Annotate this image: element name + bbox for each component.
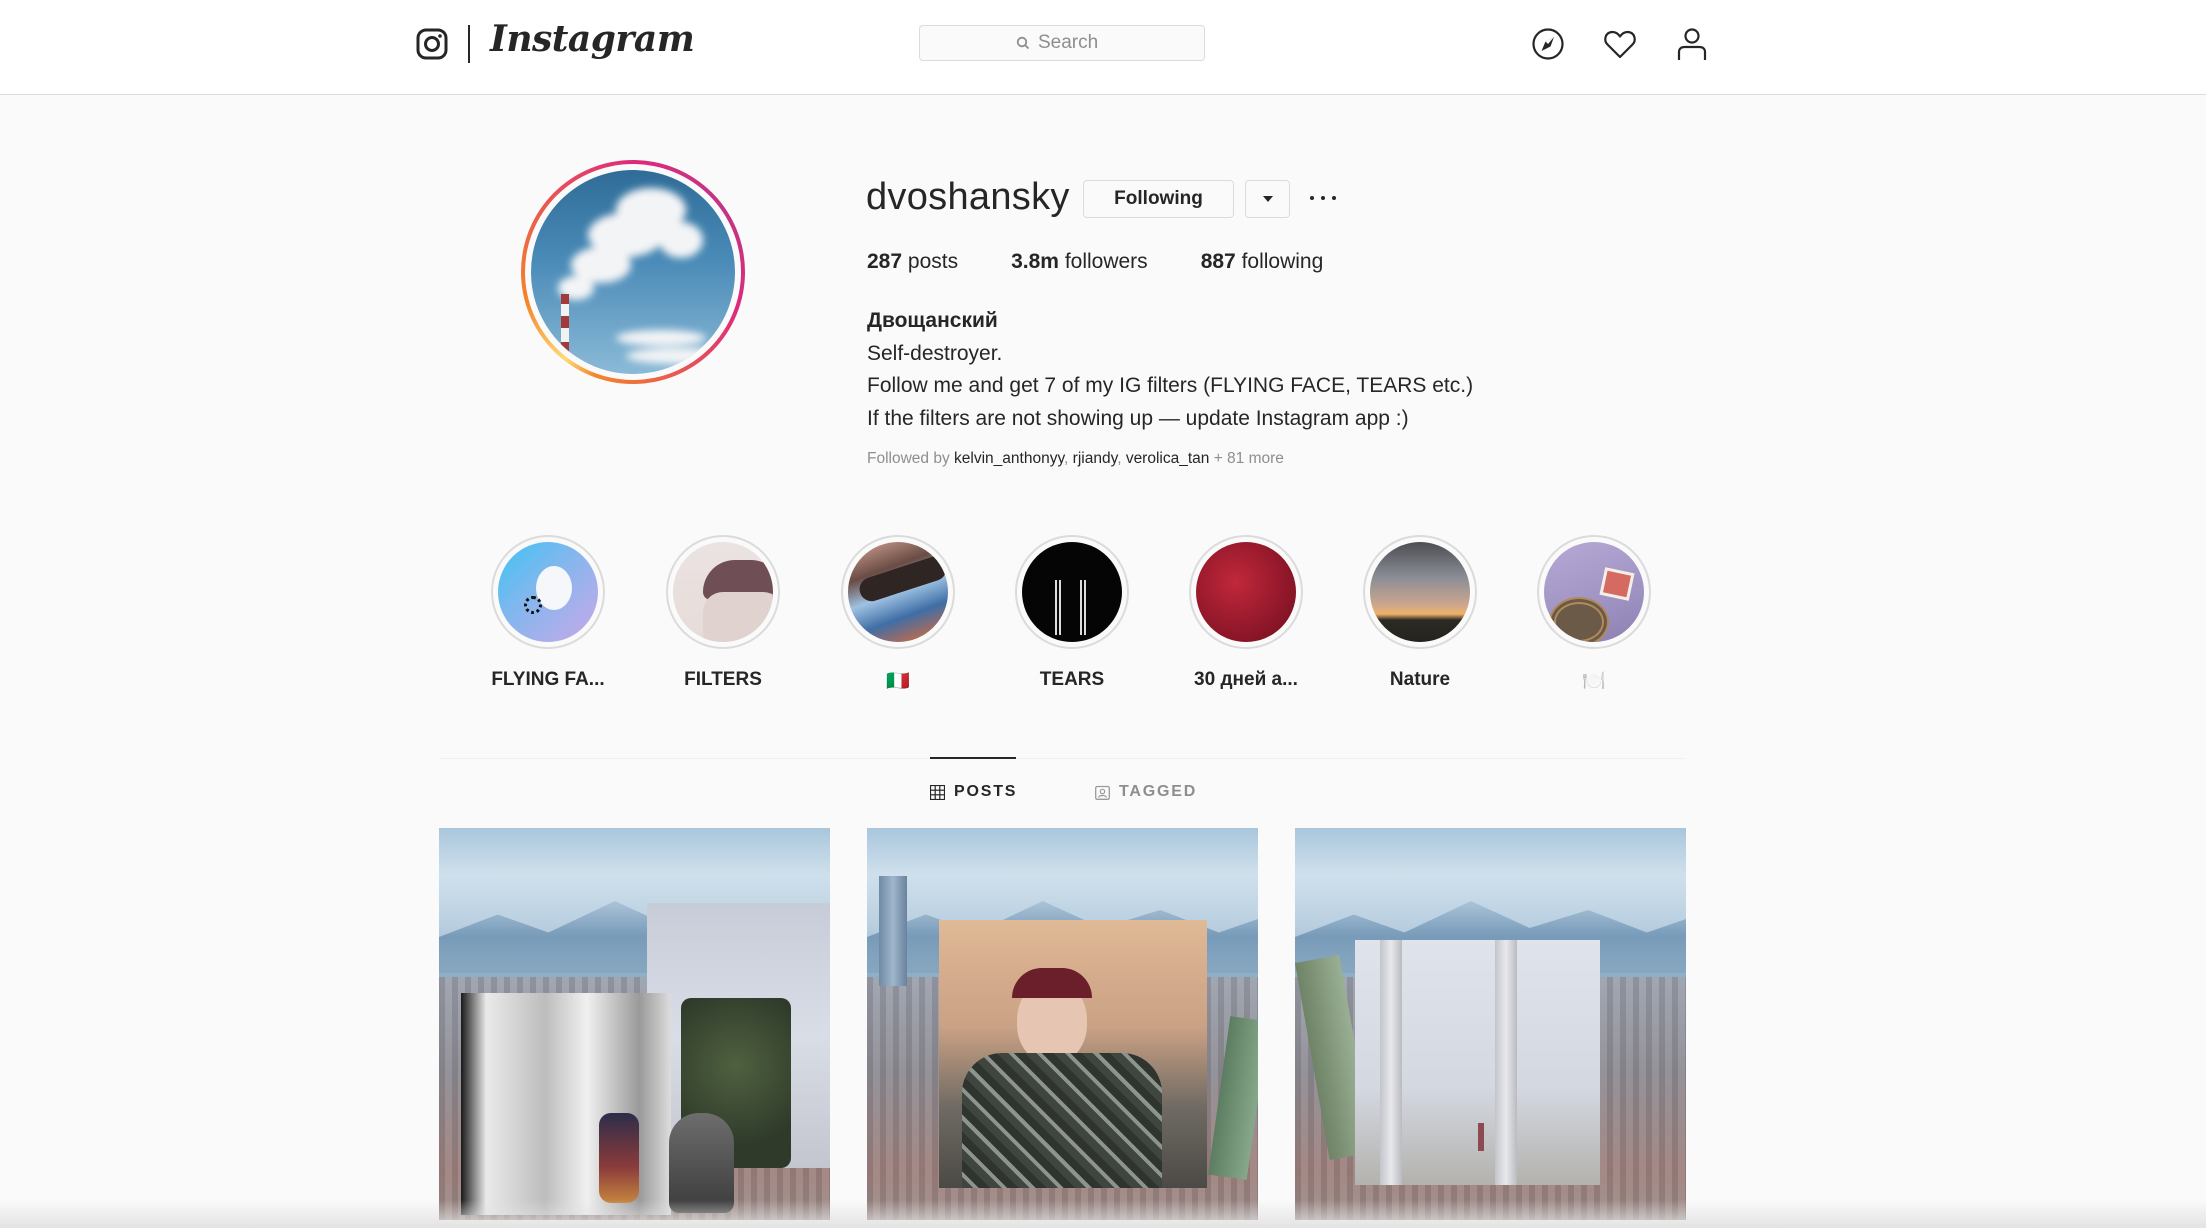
- caret-down-icon: [1262, 196, 1273, 202]
- highlight-label: FILTERS: [684, 669, 762, 690]
- more-options-icon[interactable]: [1310, 186, 1336, 210]
- active-tab-indicator: [930, 757, 1016, 759]
- followed-by-user[interactable]: rjiandy: [1073, 450, 1118, 467]
- collage-figure: [1478, 1123, 1484, 1151]
- tab-tagged[interactable]: TAGGED: [1095, 783, 1197, 801]
- highlight-label: 30 дней а...: [1194, 669, 1298, 690]
- profile-stats: 287 posts 3.8m followers 887 following: [867, 250, 1376, 274]
- collage-skyscraper: [879, 876, 907, 986]
- highlight-label: 🍽️: [1582, 671, 1606, 692]
- highlight-ring: [1189, 535, 1303, 649]
- separator: ,: [1117, 450, 1126, 467]
- highlight-label: Nature: [1389, 669, 1451, 690]
- collage-sculpture: [669, 1113, 734, 1213]
- logo-divider: [468, 25, 470, 63]
- collage-column: [1380, 940, 1402, 1185]
- highlight-item[interactable]: FILTERS: [663, 535, 783, 691]
- highlight-cover: [1196, 542, 1296, 642]
- highlight-cover: [498, 542, 598, 642]
- highlight-label: TEARS: [1039, 669, 1105, 690]
- profile-full-name: Двощанский: [867, 309, 998, 332]
- bio-line: Follow me and get 7 of my IG filters (FL…: [867, 374, 1474, 397]
- heart-icon[interactable]: [1602, 26, 1638, 62]
- highlight-cover: [1370, 542, 1470, 642]
- avatar-image: [531, 170, 735, 374]
- story-highlights: FLYING FA... FILTERS 🇮🇹 TEARS 30 дней а.…: [488, 535, 1651, 695]
- highlight-item[interactable]: 🍽️: [1534, 535, 1654, 693]
- post-thumbnail[interactable]: [439, 828, 830, 1220]
- highlight-label: FLYING FA...: [491, 669, 605, 690]
- followed-by-user[interactable]: verolica_tan: [1126, 450, 1210, 467]
- search-input[interactable]: [1038, 32, 1108, 54]
- search-icon: [1016, 36, 1030, 50]
- profile-bio: Двощанский Self-destroyer. Follow me and…: [867, 305, 1473, 435]
- post-thumbnail[interactable]: [1295, 828, 1686, 1220]
- highlight-ring: [841, 535, 955, 649]
- highlight-label: 🇮🇹: [886, 671, 910, 692]
- instagram-camera-icon[interactable]: [416, 28, 448, 60]
- bio-line: Self-destroyer.: [867, 341, 1003, 365]
- compass-icon[interactable]: [1530, 26, 1566, 62]
- followed-by-more: + 81 more: [1213, 450, 1284, 467]
- smokestack-photo: [558, 188, 731, 370]
- posts-count: 287: [867, 250, 903, 273]
- instagram-wordmark-logo[interactable]: Instagram: [490, 18, 695, 60]
- collage-column: [1495, 940, 1517, 1185]
- suggested-accounts-dropdown-button[interactable]: [1245, 180, 1290, 218]
- posts-label: posts: [907, 250, 959, 273]
- highlight-ring: [1015, 535, 1129, 649]
- highlight-item[interactable]: FLYING FA...: [488, 535, 608, 691]
- collage-jacket: [962, 1053, 1162, 1188]
- highlight-ring: [666, 535, 780, 649]
- collage-bw-photo: [461, 993, 671, 1215]
- tab-tagged-label: TAGGED: [1119, 783, 1198, 800]
- grid-icon: [930, 784, 945, 800]
- stat-following[interactable]: 887 following: [1201, 250, 1324, 274]
- highlight-item[interactable]: 🇮🇹: [838, 535, 958, 693]
- avatar-frame: [525, 164, 741, 380]
- followed-by[interactable]: Followed by kelvin_anthonyy, rjiandy, ve…: [867, 450, 1284, 468]
- highlight-item[interactable]: Nature: [1360, 535, 1480, 691]
- dot: [1332, 196, 1336, 200]
- separator: ,: [1064, 450, 1073, 467]
- followed-by-prefix: Followed by: [867, 450, 950, 467]
- following-count: 887: [1200, 250, 1236, 273]
- stat-posts: 287 posts: [867, 250, 958, 274]
- highlight-item[interactable]: TEARS: [1012, 535, 1132, 691]
- highlight-ring: [491, 535, 605, 649]
- stat-followers[interactable]: 3.8m followers: [1011, 250, 1148, 274]
- profile-username: dvoshansky: [866, 176, 1070, 218]
- followed-by-user[interactable]: kelvin_anthonyy: [954, 450, 1064, 467]
- followers-count: 3.8m: [1011, 250, 1059, 273]
- highlight-item[interactable]: 30 дней а...: [1186, 535, 1306, 691]
- collage-figure: [599, 1113, 639, 1203]
- user-icon[interactable]: [1674, 26, 1710, 62]
- highlight-ring: [1363, 535, 1477, 649]
- highlight-ring: [1537, 535, 1651, 649]
- highlight-cover: [673, 542, 773, 642]
- following-button[interactable]: Following: [1083, 180, 1234, 218]
- top-navigation: Instagram: [0, 0, 2206, 95]
- highlight-cover: [1022, 542, 1122, 642]
- highlight-cover: [1544, 542, 1644, 642]
- post-thumbnail[interactable]: [867, 828, 1258, 1220]
- tagged-person-icon: [1095, 785, 1110, 800]
- followers-label: followers: [1064, 250, 1148, 273]
- bio-line: If the filters are not showing up — upda…: [867, 406, 1409, 430]
- tabs-divider: [440, 758, 1685, 759]
- dot: [1310, 196, 1314, 200]
- tab-posts[interactable]: POSTS: [930, 783, 1017, 801]
- highlight-cover: [848, 542, 948, 642]
- following-label: following: [1241, 250, 1324, 273]
- search-field[interactable]: [919, 25, 1205, 61]
- profile-avatar[interactable]: [521, 160, 745, 384]
- dot: [1321, 196, 1325, 200]
- tab-posts-label: POSTS: [954, 783, 1018, 800]
